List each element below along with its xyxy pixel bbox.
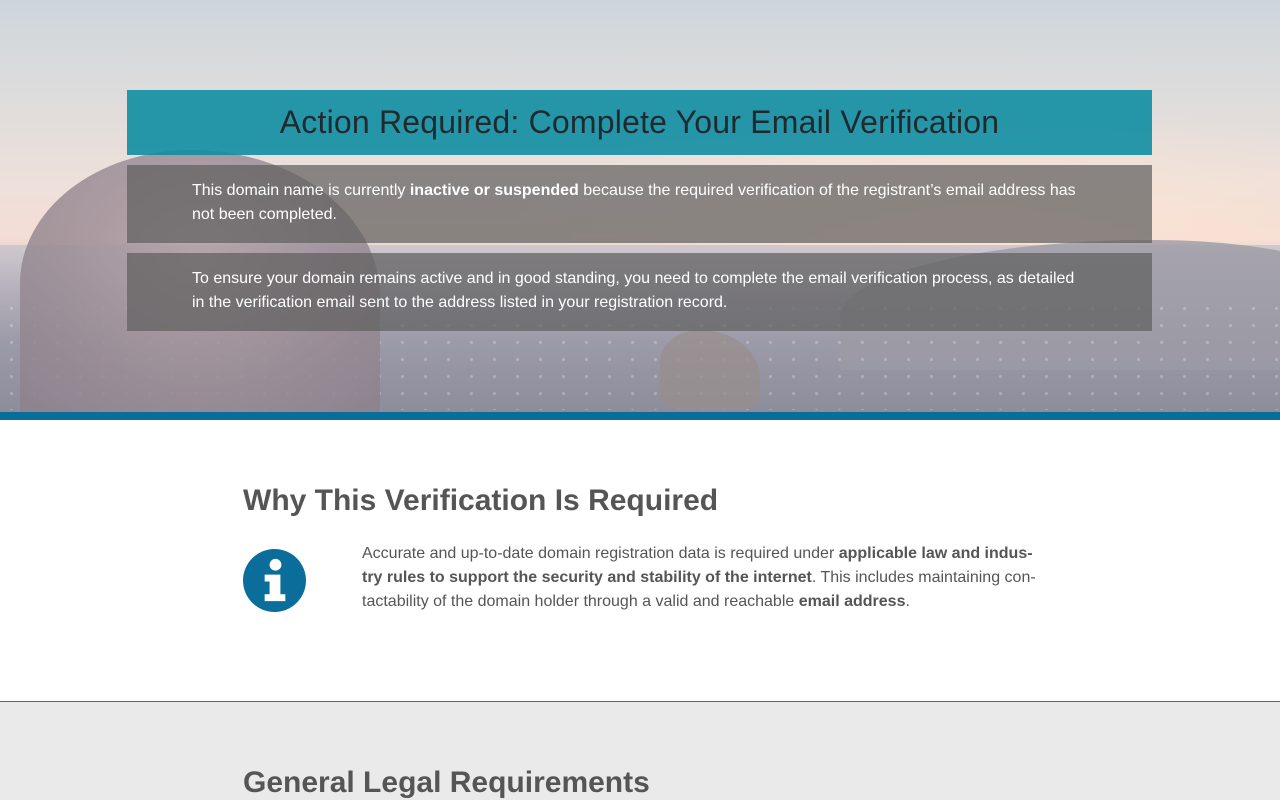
hero-title-banner: Action Required: Complete Your Email Ver… bbox=[127, 90, 1152, 155]
legal-heading: General Legal Requirements bbox=[243, 766, 650, 799]
why-body-text: Accurate and up-to-date domain registrat… bbox=[362, 542, 1042, 614]
verification-instructions-text: To ensure your domain remains active and… bbox=[192, 270, 1075, 311]
suspension-notice: This domain name is currently inactive o… bbox=[127, 165, 1152, 243]
hero-bottom-rule bbox=[0, 412, 1280, 420]
why-text-bold2: email address bbox=[798, 593, 906, 610]
hero-section: Action Required: Complete Your Email Ver… bbox=[0, 0, 1280, 412]
suspension-notice-text: This domain name is currently inactive o… bbox=[192, 179, 1087, 227]
why-heading: Why This Verification Is Required bbox=[243, 484, 719, 517]
info-icon bbox=[243, 549, 306, 612]
notice-text-start: This domain name is currently bbox=[192, 182, 410, 199]
notice-text-status: inactive or suspended bbox=[409, 182, 579, 199]
legal-section: General Legal Requirements bbox=[0, 702, 1280, 800]
why-text-part1: Accurate and up-to-date domain registrat… bbox=[362, 545, 839, 562]
why-section: Why This Verification Is Required Accura… bbox=[0, 420, 1280, 701]
verification-instructions: To ensure your domain remains active and… bbox=[127, 253, 1152, 331]
page-title: Action Required: Complete Your Email Ver… bbox=[279, 104, 1000, 140]
why-text-part3: . bbox=[905, 593, 910, 610]
